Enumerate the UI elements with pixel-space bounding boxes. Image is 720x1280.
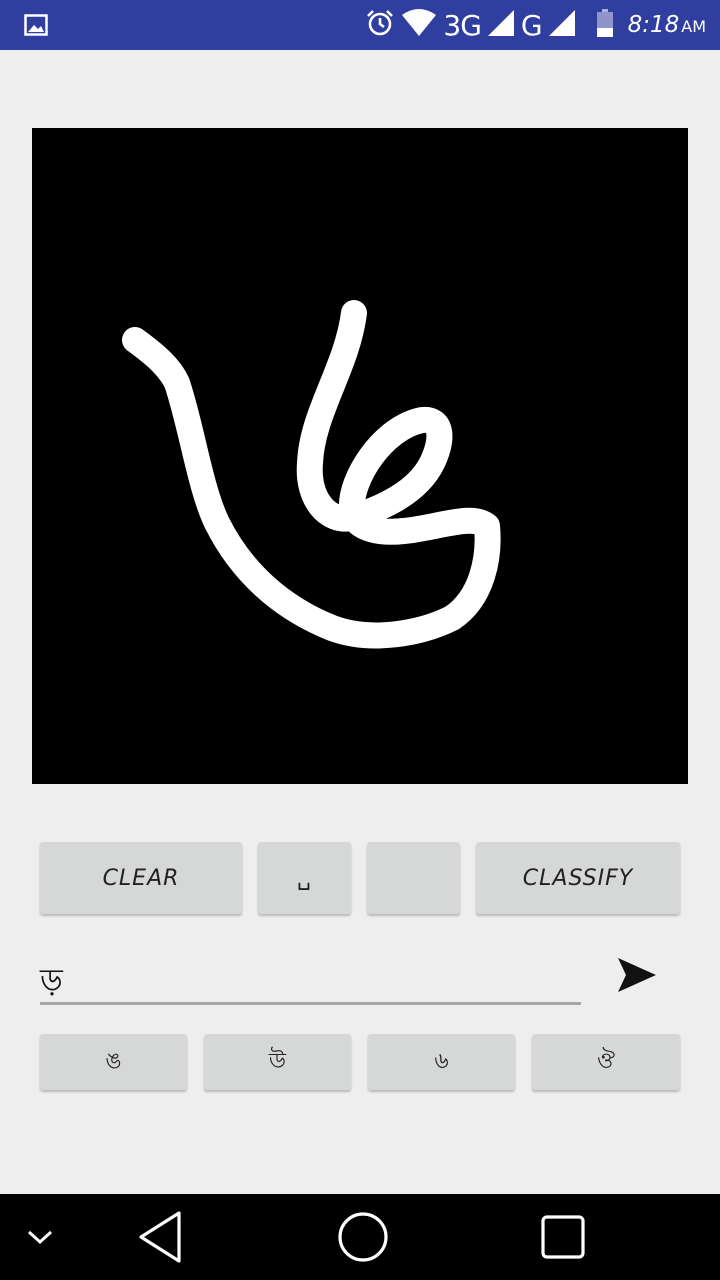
clock-time: 8:18 xyxy=(627,12,680,38)
result-input-value: ড় xyxy=(40,961,63,999)
suggestion-button[interactable]: ৬ xyxy=(368,1034,515,1090)
classify-button[interactable]: CLASSIFY xyxy=(476,842,680,914)
handwritten-stroke xyxy=(122,300,501,649)
space-button[interactable]: ␣ xyxy=(258,842,351,914)
signal-icon xyxy=(548,9,576,41)
battery-icon xyxy=(596,8,614,42)
signal-icon xyxy=(487,9,515,41)
network-3g-label: 3G xyxy=(443,8,482,42)
network-g-label: G xyxy=(520,8,543,42)
wifi-icon xyxy=(401,9,437,41)
chevron-down-icon[interactable] xyxy=(20,1194,60,1280)
blank-button[interactable] xyxy=(367,842,460,914)
send-icon[interactable] xyxy=(614,954,660,996)
result-input[interactable]: ড় xyxy=(40,945,581,1005)
status-icons: 3G G 8:18 AM xyxy=(365,0,706,50)
navigation-bar xyxy=(0,1194,720,1280)
alarm-icon xyxy=(365,8,395,42)
image-icon xyxy=(24,13,48,37)
clear-button[interactable]: CLEAR xyxy=(40,842,242,914)
back-icon[interactable] xyxy=(130,1194,190,1280)
suggestion-button[interactable]: উ xyxy=(204,1034,351,1090)
home-icon[interactable] xyxy=(333,1194,393,1280)
clock-ampm: AM xyxy=(681,17,706,36)
status-clock: 8:18 AM xyxy=(628,12,706,38)
status-bar: 3G G 8:18 AM xyxy=(0,0,720,50)
recents-icon[interactable] xyxy=(533,1194,593,1280)
suggestion-button[interactable]: ঙ xyxy=(40,1034,187,1090)
suggestion-button[interactable]: ঔ xyxy=(532,1034,680,1090)
drawing-canvas[interactable] xyxy=(32,128,688,784)
